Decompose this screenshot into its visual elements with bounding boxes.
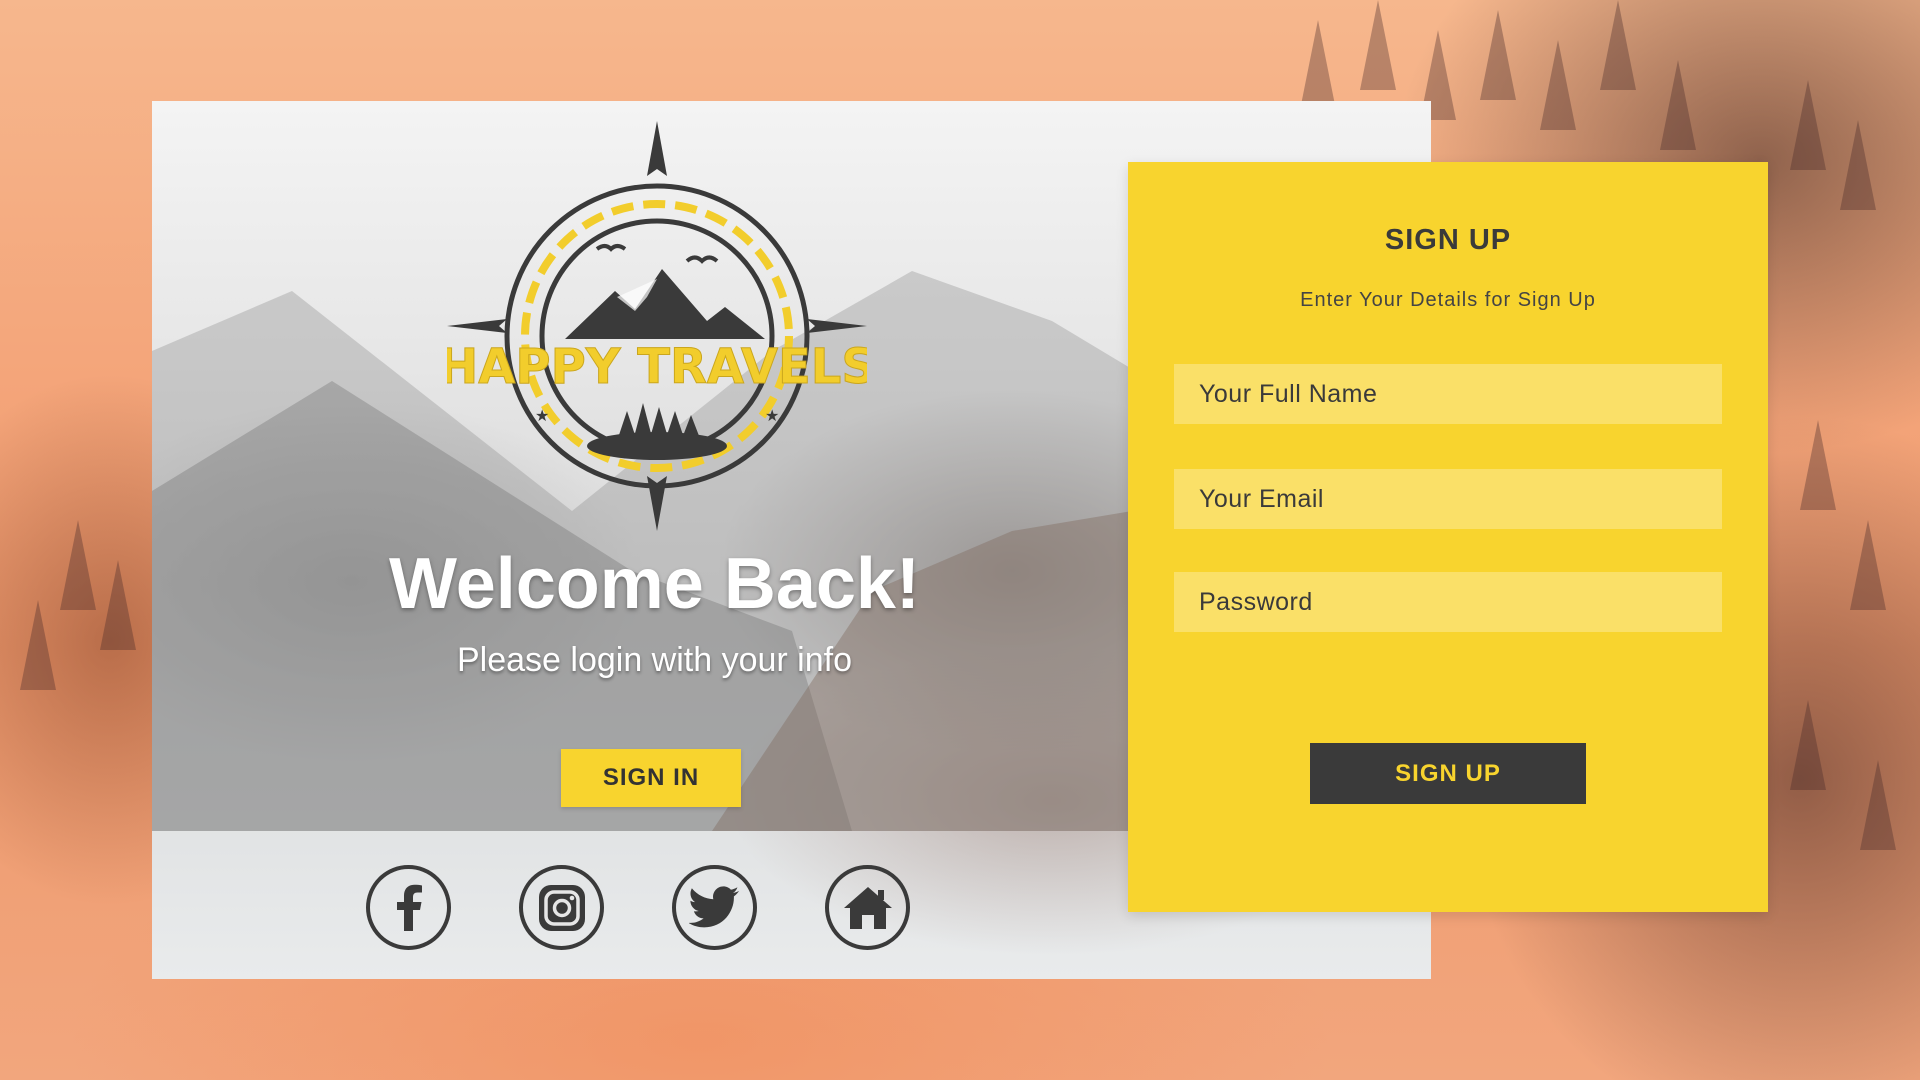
twitter-link[interactable] xyxy=(672,865,757,950)
facebook-icon xyxy=(396,884,422,931)
sign-in-button[interactable]: SIGN IN xyxy=(561,749,741,807)
signup-title: SIGN UP xyxy=(1384,224,1512,256)
svg-text:★: ★ xyxy=(765,406,779,425)
facebook-link[interactable] xyxy=(366,865,451,950)
password-field[interactable] xyxy=(1174,572,1722,632)
logo-text: HAPPY TRAVELS xyxy=(447,339,867,395)
sign-up-button[interactable]: SIGN UP xyxy=(1310,743,1586,804)
home-link[interactable] xyxy=(825,865,910,950)
svg-text:★: ★ xyxy=(535,406,549,425)
twitter-icon xyxy=(688,885,739,927)
signup-panel: SIGN UP Enter Your Details for Sign Up S… xyxy=(1128,162,1768,912)
welcome-subtitle: Please login with your info xyxy=(456,641,852,679)
instagram-link[interactable] xyxy=(519,865,604,950)
email-field[interactable] xyxy=(1174,469,1722,529)
full-name-field[interactable] xyxy=(1174,364,1722,424)
happy-travels-logo: HAPPY TRAVELS ★ ★ xyxy=(447,121,867,531)
instagram-icon xyxy=(538,884,585,931)
welcome-title: Welcome Back! xyxy=(389,544,920,624)
home-icon xyxy=(843,886,892,929)
signup-subtitle: Enter Your Details for Sign Up xyxy=(1300,289,1596,311)
